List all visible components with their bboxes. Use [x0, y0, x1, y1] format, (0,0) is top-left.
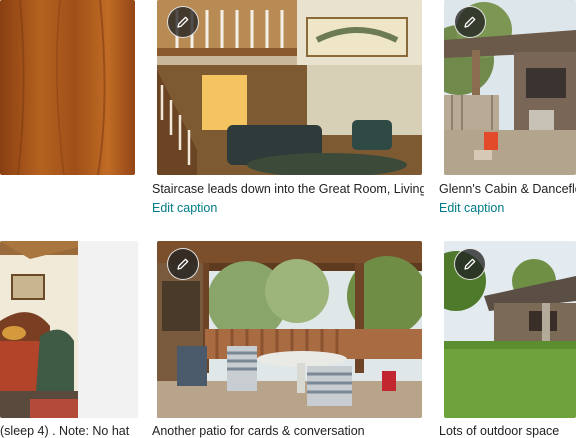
- edit-photo-button[interactable]: [454, 248, 486, 280]
- photo-caption-bedroom: (sleep 4) . Note: No hat: [0, 424, 130, 438]
- photo-tile-yard[interactable]: [444, 241, 576, 418]
- pencil-icon: [177, 16, 189, 28]
- edit-photo-button[interactable]: [167, 6, 199, 38]
- pencil-icon: [464, 16, 476, 28]
- pencil-icon: [464, 258, 476, 270]
- edit-photo-button[interactable]: [167, 248, 199, 280]
- pencil-icon: [177, 258, 189, 270]
- edit-photo-button[interactable]: [454, 6, 486, 38]
- photo-tile-great-room[interactable]: [157, 0, 422, 175]
- photo-tile-glenns-cabin[interactable]: [444, 0, 576, 175]
- photo-caption-yard: Lots of outdoor space: [439, 424, 560, 438]
- photo-caption-great-room: Staircase leads down into the Great Room…: [152, 182, 424, 196]
- photo-wood-panel: [0, 0, 135, 175]
- photo-caption-glenns-cabin: Glenn's Cabin & Danceflo: [439, 182, 576, 196]
- photo-caption-patio: Another patio for cards & conversation: [152, 424, 365, 438]
- photo-tile-bedroom[interactable]: [0, 241, 138, 418]
- edit-caption-link-glenns-cabin[interactable]: Edit caption: [439, 201, 504, 215]
- edit-caption-link-great-room[interactable]: Edit caption: [152, 201, 217, 215]
- photo-tile-wood-panel[interactable]: [0, 0, 135, 175]
- photo-tile-patio[interactable]: [157, 241, 422, 418]
- photo-bedroom: [0, 241, 78, 418]
